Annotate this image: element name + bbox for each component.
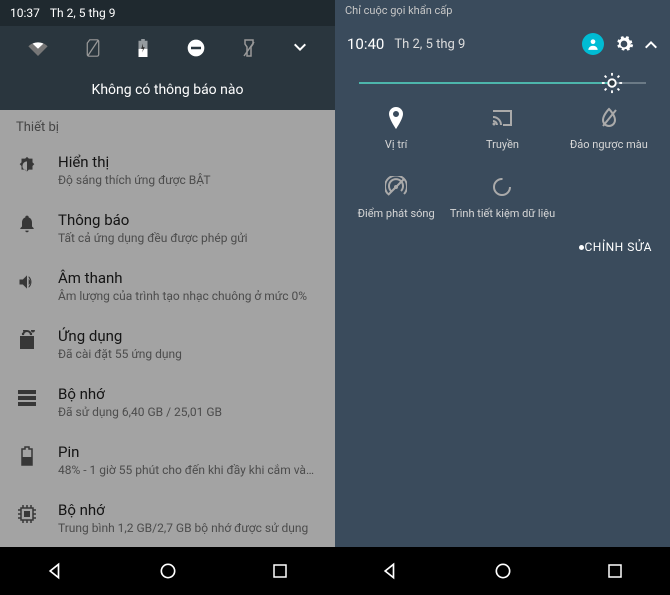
app-photos[interactable]: Ảnh <box>601 383 657 439</box>
memory-icon <box>16 503 38 525</box>
wifi-icon[interactable] <box>28 40 48 56</box>
homescreen: Bản đồ CH Play Gmail Ảnh <box>335 377 670 547</box>
location-icon <box>387 106 405 130</box>
nav-bar <box>0 547 335 595</box>
status-date: Th 2, 5 thg 9 <box>50 6 116 20</box>
dock-camera[interactable] <box>607 451 651 495</box>
settings-item-notifications[interactable]: Thông báoTất cả ứng dụng đều được phép g… <box>0 199 335 257</box>
settings-item-storage[interactable]: Bộ nhớĐã sử dụng 6,40 GB / 25,01 GB <box>0 373 335 431</box>
app-maps[interactable]: Bản đồ <box>349 383 405 439</box>
nav-home[interactable] <box>158 561 178 581</box>
datasaver-icon <box>491 175 513 199</box>
quick-settings-row <box>0 26 335 70</box>
qs-grid: Vị trí Truyền Đảo ngược màu Điểm phát só… <box>335 92 670 228</box>
dock-chrome[interactable] <box>544 451 588 495</box>
nav-recent[interactable] <box>606 562 624 580</box>
notification-empty: Không có thông báo nào <box>0 70 335 110</box>
hotspot-icon <box>385 175 407 199</box>
tile-cast[interactable]: Truyền <box>449 106 555 151</box>
tile-datasaver[interactable]: Trình tiết kiệm dữ liệu <box>449 175 555 220</box>
settings-item-sound[interactable]: Âm thanhÂm lượng của trình tạo nhạc chuô… <box>0 257 335 315</box>
brightness-thumb-icon[interactable] <box>601 72 623 94</box>
settings-list: Thiết bị Hiển thịĐộ sáng thích ứng được … <box>0 110 335 595</box>
settings-item-battery[interactable]: Pin48% - 1 giờ 55 phút cho đến khi đầy k… <box>0 431 335 489</box>
nav-back[interactable] <box>46 561 66 581</box>
nav-back[interactable] <box>381 561 401 581</box>
nav-home[interactable] <box>493 561 513 581</box>
brightness-slider[interactable] <box>335 66 670 92</box>
user-avatar-icon[interactable] <box>582 33 604 55</box>
expand-icon[interactable] <box>293 43 307 53</box>
settings-icon[interactable] <box>614 34 634 54</box>
qs-date: Th 2, 5 thg 9 <box>394 37 465 52</box>
qs-time: 10:40 <box>347 35 384 53</box>
battery-settings-icon <box>16 445 38 467</box>
phone-left: 10:37 Th 2, 5 thg 9 Không có thông báo n… <box>0 0 335 595</box>
app-play[interactable]: CH Play <box>412 383 468 439</box>
apps-icon <box>16 329 38 351</box>
section-label: Thiết bị <box>0 110 335 141</box>
collapse-icon[interactable] <box>644 39 658 49</box>
dock-phone[interactable] <box>355 451 399 495</box>
phone-right: Chỉ cuộc gọi khẩn cấp 10:40 Th 2, 5 thg … <box>335 0 670 595</box>
bell-icon <box>16 213 38 235</box>
dock-messages[interactable] <box>418 451 462 495</box>
nav-bar-right <box>335 547 670 595</box>
dnd-icon[interactable] <box>186 38 206 58</box>
battery-icon[interactable] <box>137 39 149 57</box>
cast-icon <box>491 106 513 130</box>
sound-icon <box>16 271 38 293</box>
tile-location[interactable]: Vị trí <box>343 106 449 151</box>
dock-apps[interactable] <box>481 451 525 495</box>
slider-track[interactable] <box>359 82 646 84</box>
status-time: 10:37 <box>10 6 40 20</box>
status-bar: 10:37 Th 2, 5 thg 9 <box>0 0 335 26</box>
tile-hotspot[interactable]: Điểm phát sóng <box>343 175 449 220</box>
invert-icon <box>600 106 618 130</box>
storage-icon <box>16 387 38 409</box>
nav-recent[interactable] <box>271 562 289 580</box>
dock <box>335 441 670 503</box>
settings-item-apps[interactable]: Ứng dụngĐã cài đặt 55 ứng dụng <box>0 315 335 373</box>
settings-item-memory[interactable]: Bộ nhớTrung bình 1,2 GB/2,7 GB bộ nhớ đư… <box>0 489 335 547</box>
app-row: Bản đồ CH Play Gmail Ảnh <box>335 377 670 441</box>
status-bar-right: Chỉ cuộc gọi khẩn cấp <box>335 0 670 22</box>
brightness-icon <box>16 155 38 177</box>
emergency-label: Chỉ cuộc gọi khẩn cấp <box>345 4 452 17</box>
tile-invert[interactable]: Đảo ngược màu <box>556 106 662 151</box>
edit-button[interactable]: CHỈNH SỬA <box>584 240 652 254</box>
app-folder[interactable] <box>475 383 531 439</box>
settings-item-display[interactable]: Hiển thịĐộ sáng thích ứng được BẬT <box>0 141 335 199</box>
qs-header: 10:40 Th 2, 5 thg 9 <box>335 22 670 66</box>
app-gmail[interactable]: Gmail <box>538 383 594 439</box>
sim-icon[interactable] <box>85 39 101 57</box>
qs-footer: CHỈNH SỬA <box>335 228 670 270</box>
flashlight-icon[interactable] <box>242 38 256 58</box>
